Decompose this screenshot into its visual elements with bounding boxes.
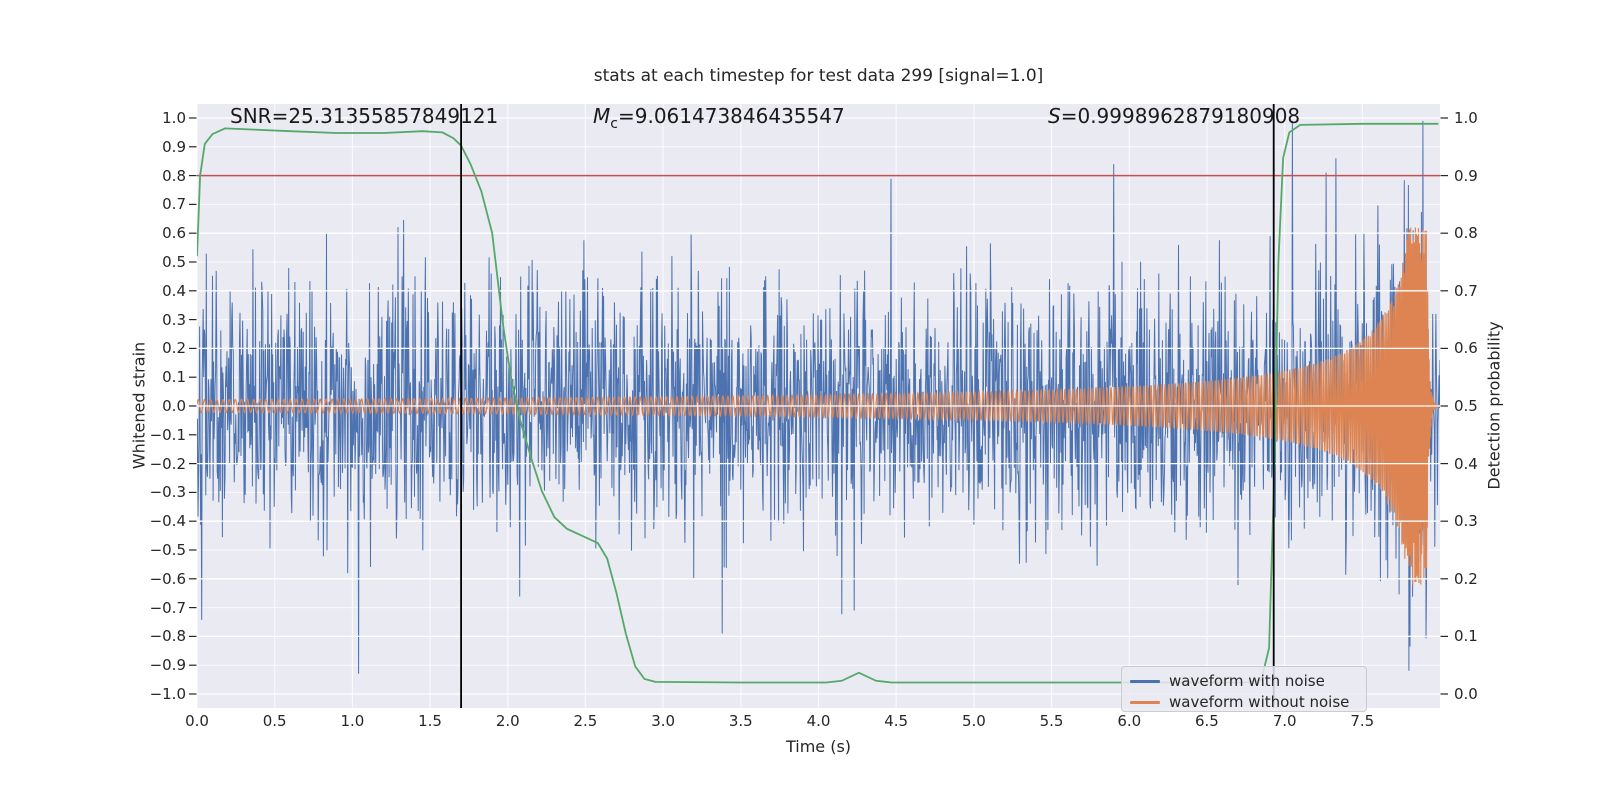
y-tick-label-right: 0.4 [1454, 454, 1478, 473]
y-tick-label-left: −0.3 [149, 483, 186, 502]
chart-title: stats at each timestep for test data 299… [593, 66, 1044, 86]
y-tick-label-right: 0.0 [1454, 685, 1478, 703]
y-tick-label-left: 0.3 [162, 310, 186, 329]
x-tick-label: 7.5 [1350, 712, 1375, 730]
y-tick-label-left: 0.6 [162, 224, 186, 243]
y-tick-label-left: −0.5 [149, 541, 186, 559]
y-tick-label-left: −0.8 [149, 627, 186, 646]
annotation-chirp-mass: Mc=9.061473846435547 [593, 104, 845, 132]
y-tick-label-right: 0.1 [1454, 627, 1478, 646]
legend-swatch-blue [1130, 679, 1160, 683]
annotation-chirp-mass-value: 9.061473846435547 [634, 104, 845, 128]
y-tick-label-left: 0.2 [162, 339, 186, 358]
legend-label: waveform with noise [1169, 672, 1325, 690]
annotation-chirp-mass-sub: c [610, 116, 618, 132]
x-tick-label: 1.0 [340, 712, 365, 730]
x-tick-label: 5.0 [961, 712, 986, 730]
y-tick-label-right: 0.5 [1454, 397, 1478, 415]
x-tick-label: 5.5 [1039, 712, 1064, 730]
x-tick-label: 4.5 [884, 712, 909, 730]
x-tick-label: 3.5 [728, 712, 753, 730]
x-tick-label: 2.5 [573, 712, 598, 730]
figure: stats at each timestep for test data 299… [0, 0, 1600, 800]
x-tick-label: 6.5 [1195, 712, 1219, 730]
x-tick-label: 6.0 [1117, 712, 1142, 730]
annotation-chirp-mass-label: M [593, 104, 611, 128]
y-tick-label-left: 1.0 [162, 109, 186, 127]
y-tick-label-left: −0.6 [149, 569, 186, 588]
y-tick-label-right: 0.3 [1454, 512, 1478, 531]
y-tick-label-left: 0.1 [162, 368, 186, 387]
annotation-snr-value: 25.31355857849121 [288, 104, 499, 128]
annotation-significance: S=0.9998962879180908 [1048, 104, 1300, 132]
annotation-snr-label: SNR [230, 104, 272, 128]
y-tick-label-left: 0.8 [162, 166, 186, 185]
legend: waveform with noise waveform without noi… [1121, 666, 1367, 712]
y-tick-label-right: 0.6 [1454, 339, 1478, 358]
y-tick-label-left: 0.4 [162, 281, 186, 300]
y-tick-label-left: 0.5 [162, 253, 186, 271]
y-tick-label-left: 0.9 [162, 137, 186, 156]
y-tick-label-left: −0.2 [149, 454, 186, 473]
legend-swatch-orange [1130, 700, 1160, 704]
x-tick-label: 7.0 [1272, 712, 1297, 730]
x-tick-label: 0.5 [262, 712, 287, 730]
y-tick-label-left: −0.1 [149, 425, 186, 444]
annotation-significance-value: 0.9998962879180908 [1077, 104, 1301, 128]
annotation-snr-eq: = [271, 104, 289, 128]
y-tick-label-left: −1.0 [149, 685, 186, 703]
x-axis-label: Time (s) [785, 737, 852, 756]
y-tick-label-left: 0.7 [162, 195, 186, 214]
y-tick-label-left: −0.9 [149, 656, 186, 675]
legend-entry-clean: waveform without noise [1130, 692, 1349, 712]
legend-label: waveform without noise [1169, 693, 1350, 711]
legend-entry-noise: waveform with noise [1130, 671, 1325, 691]
y-tick-label-right: 0.9 [1454, 166, 1478, 185]
y-tick-label-right: 0.2 [1454, 569, 1478, 588]
y-tick-label-right: 0.8 [1454, 224, 1478, 243]
y-tick-label-left: −0.7 [149, 598, 186, 617]
y-tick-label-right: 1.0 [1454, 109, 1478, 127]
annotation-chirp-mass-eq: = [617, 104, 635, 128]
y-tick-label-left: 0.0 [162, 397, 186, 415]
annotation-snr: SNR=25.31355857849121 [230, 104, 498, 132]
x-tick-label: 0.0 [185, 712, 209, 730]
x-tick-label: 1.5 [418, 712, 442, 730]
y-tick-label-left: −0.4 [149, 512, 186, 531]
annotation-significance-label: S [1048, 104, 1061, 128]
x-tick-label: 3.0 [651, 712, 676, 730]
x-tick-label: 2.0 [495, 712, 520, 730]
y-tick-label-right: 0.7 [1454, 281, 1478, 300]
annotation-significance-eq: = [1060, 104, 1078, 128]
x-tick-label: 4.0 [806, 712, 831, 730]
